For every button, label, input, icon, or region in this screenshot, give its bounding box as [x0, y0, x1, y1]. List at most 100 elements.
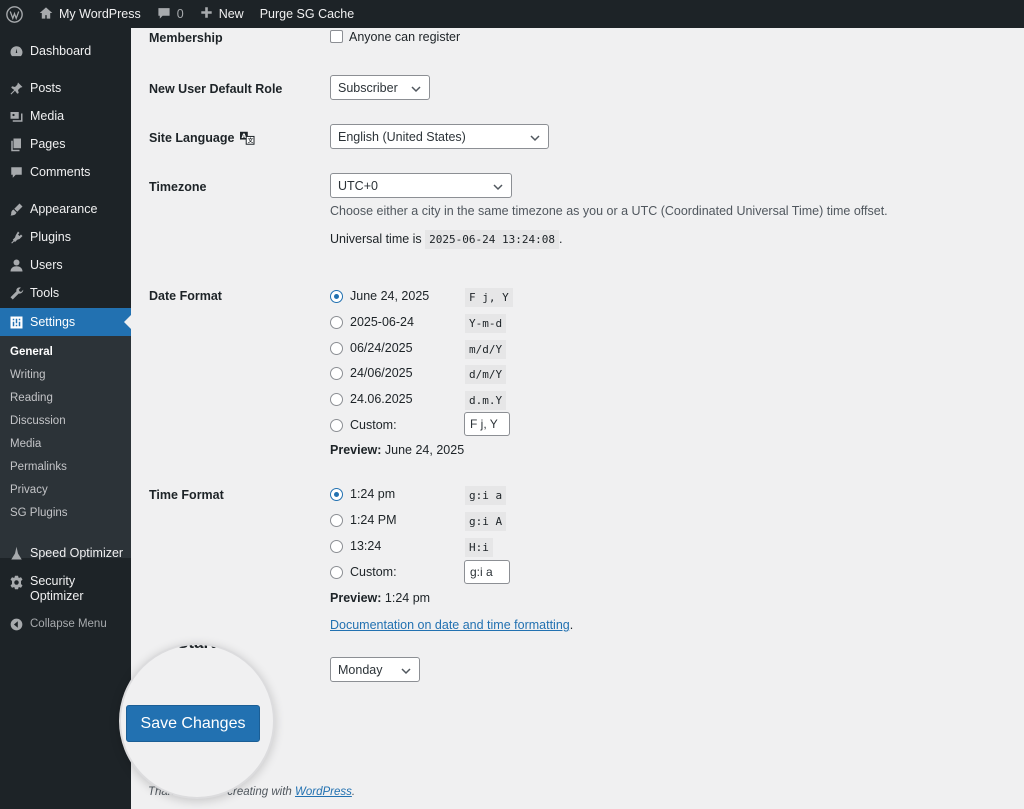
date-format-option[interactable]: 06/24/2025	[330, 339, 413, 357]
sidebar-item-comments[interactable]: Comments	[0, 158, 131, 186]
plug-icon	[8, 229, 24, 245]
universal-time-prefix: Universal time is	[330, 232, 422, 246]
purge-label: Purge SG Cache	[259, 7, 355, 21]
radio-button[interactable]	[330, 392, 343, 406]
submenu-privacy[interactable]: Privacy	[10, 484, 48, 496]
date-format-code: F j, Y	[465, 288, 513, 307]
date-format-code: d.m.Y	[465, 391, 507, 410]
membership-label: Membership	[149, 31, 223, 45]
anyone-can-register-checkbox[interactable]	[330, 30, 343, 43]
radio-button[interactable]	[330, 341, 343, 355]
site-language-text: Site Language	[149, 131, 235, 145]
sidebar-item-label: Posts	[30, 81, 62, 95]
time-format-custom-input[interactable]: g:i a	[464, 560, 510, 584]
timezone-description: Choose either a city in the same timezon…	[330, 204, 888, 218]
default-role-select[interactable]: Subscriber	[330, 75, 430, 100]
admin-bar: My WordPress 0 New Purge SG Cache	[0, 0, 1024, 28]
preview-value: 1:24 pm	[384, 591, 431, 605]
dashboard-icon	[8, 43, 24, 59]
sidebar-item-appearance[interactable]: Appearance	[0, 195, 131, 223]
sidebar-item-settings[interactable]: Settings	[0, 308, 131, 336]
time-format-option[interactable]: 13:24	[330, 537, 381, 555]
date-format-option-label: 2025-06-24	[350, 315, 414, 329]
save-changes-button[interactable]: Save Changes	[126, 705, 260, 742]
sidebar-item-pages[interactable]: Pages	[0, 130, 131, 158]
collapse-menu-button[interactable]: Collapse Menu	[0, 610, 131, 638]
sidebar-item-label: Appearance	[30, 202, 98, 216]
radio-button[interactable]	[330, 539, 343, 553]
date-format-option[interactable]: June 24, 2025	[330, 287, 429, 305]
chevron-down-icon	[411, 83, 421, 93]
timezone-label: Timezone	[149, 180, 207, 194]
sidebar-item-media[interactable]: Media	[0, 102, 131, 130]
doc-link-suffix: .	[569, 618, 574, 632]
purge-cache-link[interactable]: Purge SG Cache	[252, 0, 363, 28]
date-format-preview: Preview: June 24, 2025	[330, 443, 464, 457]
radio-button[interactable]	[330, 366, 343, 380]
sidebar-item-label: Dashboard	[30, 44, 92, 58]
time-format-option[interactable]: 1:24 PM	[330, 511, 397, 529]
sidebar-item-label: Speed Optimizer	[30, 546, 124, 560]
radio-button-checked[interactable]	[330, 487, 343, 501]
time-format-code: g:i a	[465, 486, 507, 505]
universal-time-line: Universal time is 2025-06-24 13:24:08.	[330, 230, 563, 249]
sidebar-item-security-optimizer[interactable]: Security Optimizer	[0, 574, 131, 610]
site-language-select[interactable]: English (United States)	[330, 124, 549, 149]
timezone-select[interactable]: UTC+0	[330, 173, 512, 198]
submenu-sg-plugins[interactable]: SG Plugins	[10, 507, 68, 519]
comments-link[interactable]: 0	[149, 0, 192, 28]
submenu-media[interactable]: Media	[10, 438, 41, 450]
time-format-custom-option[interactable]: Custom:	[330, 563, 397, 581]
universal-time-value: 2025-06-24 13:24:08	[425, 230, 560, 249]
date-time-doc-link[interactable]: Documentation on date and time formattin…	[330, 618, 570, 632]
week-start-label-magnified: Start	[177, 645, 216, 653]
radio-button[interactable]	[330, 315, 343, 329]
sidebar-item-dashboard[interactable]: Dashboard	[0, 37, 131, 65]
sidebar-item-label: Collapse Menu	[30, 618, 107, 630]
wordpress-logo-icon[interactable]	[0, 0, 31, 28]
time-format-option-label: 1:24 pm	[350, 487, 396, 501]
sidebar-item-plugins[interactable]: Plugins	[0, 223, 131, 251]
sidebar-item-posts[interactable]: Posts	[0, 74, 131, 102]
sidebar-item-tools[interactable]: Tools	[0, 279, 131, 307]
wordpress-footer-link[interactable]: WordPress	[295, 786, 352, 798]
time-format-option[interactable]: 1:24 pm	[330, 485, 395, 503]
radio-button[interactable]	[330, 418, 343, 432]
anyone-can-register-label: Anyone can register	[349, 30, 461, 44]
universal-time-suffix: .	[559, 232, 563, 246]
radio-button-checked[interactable]	[330, 289, 343, 303]
paintbrush-icon	[8, 201, 24, 217]
submenu-reading[interactable]: Reading	[10, 392, 53, 404]
default-role-label: New User Default Role	[149, 82, 283, 96]
submenu-writing[interactable]: Writing	[10, 369, 46, 381]
submenu-permalinks[interactable]: Permalinks	[10, 461, 67, 473]
chevron-down-icon	[530, 132, 540, 142]
week-start-select[interactable]: Monday	[330, 657, 420, 682]
plus-icon	[200, 6, 213, 22]
new-content-link[interactable]: New	[192, 0, 252, 28]
date-format-custom-option[interactable]: Custom:	[330, 416, 397, 434]
site-language-value: English (United States)	[338, 129, 466, 144]
radio-button[interactable]	[330, 513, 343, 527]
date-format-option-label: June 24, 2025	[350, 289, 430, 303]
date-format-option[interactable]: 2025-06-24	[330, 313, 414, 331]
date-format-code: d/m/Y	[465, 365, 507, 384]
date-format-option[interactable]: 24/06/2025	[330, 364, 413, 382]
user-icon	[8, 257, 24, 273]
chevron-down-icon	[401, 665, 411, 675]
sidebar-item-users[interactable]: Users	[0, 251, 131, 279]
site-name-link[interactable]: My WordPress	[31, 0, 149, 28]
submenu-discussion[interactable]: Discussion	[10, 415, 66, 427]
sidebar-item-label: Pages	[30, 137, 66, 151]
timezone-value: UTC+0	[338, 178, 378, 193]
admin-sidebar: Dashboard Posts Media Pages Comments App…	[0, 28, 131, 809]
sidebar-item-label: Plugins	[30, 230, 71, 244]
date-format-custom-input[interactable]: F j, Y	[464, 412, 510, 436]
translation-icon: A文	[239, 131, 255, 145]
date-format-option[interactable]: 24.06.2025	[330, 390, 413, 408]
radio-button[interactable]	[330, 565, 343, 579]
speed-optimizer-icon	[8, 545, 24, 561]
doc-link-line: Documentation on date and time formattin…	[330, 618, 573, 632]
sidebar-item-speed-optimizer[interactable]: Speed Optimizer	[0, 539, 131, 567]
submenu-general[interactable]: General	[10, 346, 53, 358]
